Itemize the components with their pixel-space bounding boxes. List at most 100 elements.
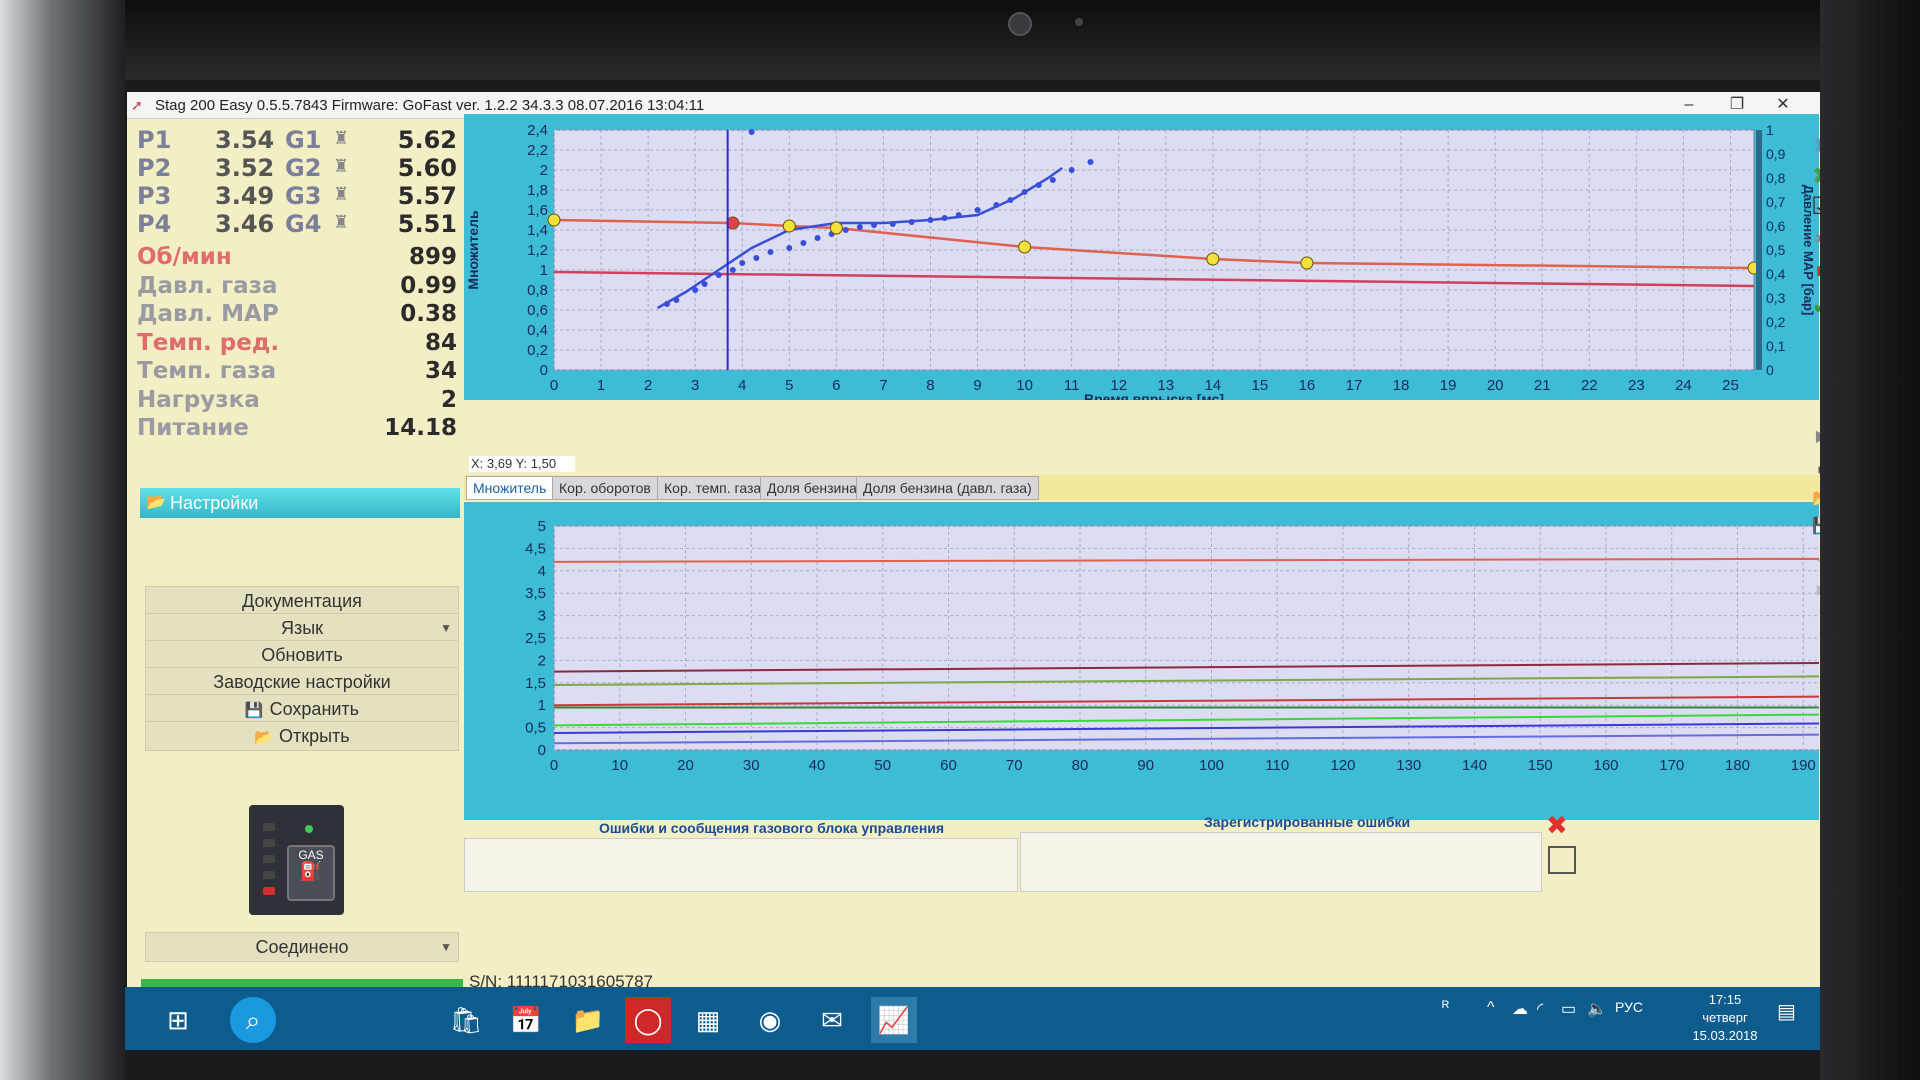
x-tick-label: 7 [879, 377, 887, 394]
chevron-up-icon[interactable]: ^ [1487, 999, 1495, 1017]
windows-start-icon[interactable]: ⊞ [155, 997, 201, 1043]
y-tick-label: 0,8 [527, 282, 548, 299]
y-tick-label: 0 [538, 742, 546, 759]
prev-icon[interactable]: ◀ [1807, 544, 1820, 574]
delete-all-icon[interactable]: ✖ [1807, 162, 1820, 192]
chrome-icon[interactable]: ◉ [747, 997, 793, 1043]
status-bar: Статус: Газ [141, 979, 463, 987]
check-icon[interactable]: ☑ [1807, 192, 1820, 222]
scatter-point [748, 129, 755, 135]
oscilloscope-panel[interactable]: 0 10 20 30 40 50 60 70 80 90 100 110 120 130 140 150 160… [464, 502, 1820, 820]
x-tick-label: 110 [1265, 757, 1289, 774]
readout-panel: P1 3.54 G1 ♜ 5.62 P2 3.52 G2 ♜ 5.60 P3 3.49 G3 ♜ 5.57 P… [137, 126, 457, 444]
close-button[interactable]: ✕ [1763, 94, 1803, 116]
floppy-icon: 💾 [244, 702, 264, 719]
play-icon[interactable]: ▶ [1807, 422, 1820, 452]
scatter-point [1007, 197, 1014, 203]
x-tick-label: 140 [1462, 757, 1487, 774]
tab-petrol-share-gas-pressure[interactable]: Доля бензина (давл. газа) [856, 476, 1039, 500]
stag-app-icon[interactable]: 📈 [871, 997, 917, 1043]
mail-icon[interactable]: ✉ [809, 997, 855, 1043]
injector-row: P2 3.52 G2 ♜ 5.60 [137, 154, 457, 182]
language-indicator[interactable]: РУС [1615, 999, 1643, 1015]
clock-time: 17:15 [1708, 992, 1742, 1007]
y-tick-label: 5 [538, 518, 546, 535]
tab-petrol-share[interactable]: Доля бензина [760, 476, 864, 500]
gas-label: G1 [285, 126, 322, 154]
folder-icon: 📂 [146, 494, 166, 511]
save-button[interactable]: 💾 Сохранить [145, 694, 459, 724]
minimize-button[interactable]: – [1669, 94, 1709, 116]
gas-value: 5.60 [397, 154, 457, 182]
opera-icon[interactable]: ◯ [625, 997, 671, 1043]
search-icon[interactable]: ⌕ [230, 997, 276, 1043]
multiplier-chart[interactable]: 0 1 2 3 4 5 6 7 8 9 10 11 12 13 14 15 16 17 18 19 20 21 22 23 24… [464, 114, 1819, 407]
y2-tick-label: 0 [1766, 362, 1774, 378]
x-tick-label: 120 [1330, 757, 1355, 774]
petrol-value: 3.46 [215, 210, 275, 238]
confirm-icon[interactable]: ✔ [1807, 292, 1820, 322]
gas-switch-widget[interactable]: GAS ⛽ [249, 805, 344, 915]
open-button[interactable]: 📂 Открыть [145, 721, 459, 751]
checkbox-icon[interactable] [1548, 846, 1576, 874]
clock[interactable]: 17:15 четверг 15.03.2018 [1680, 991, 1770, 1045]
param-label: Темп. ред. [137, 329, 280, 356]
scatter-point [692, 287, 699, 293]
scatter-point [753, 255, 760, 261]
stop-icon[interactable]: ■ [1807, 454, 1820, 484]
volume-icon[interactable]: 🔈 [1587, 999, 1607, 1019]
next-icon[interactable]: ▶ [1807, 574, 1820, 604]
gas-button[interactable]: GAS ⛽ [287, 845, 335, 901]
record-icon[interactable]: ■ [1807, 256, 1820, 286]
y-tick-label: 1,8 [527, 182, 548, 199]
petrol-label: P3 [137, 182, 172, 210]
restore-button[interactable]: ❐ [1717, 94, 1757, 116]
tab-multiplier[interactable]: Множитель [466, 476, 554, 500]
settings-header[interactable]: 📂 Настройки [140, 488, 460, 518]
param-value: 14.18 [384, 415, 457, 441]
level-led [263, 839, 275, 847]
y2-tick-label: 0,8 [1766, 170, 1786, 186]
zoom-icon[interactable]: ✱ [1807, 224, 1820, 254]
file-explorer-icon[interactable]: 📁 [565, 997, 611, 1043]
update-button[interactable]: Обновить [145, 640, 459, 670]
open-folder-icon[interactable]: 📂 [1807, 484, 1820, 514]
gas-label: G3 [285, 182, 322, 210]
param-label: Об/мин [137, 244, 232, 270]
connection-dropdown[interactable]: Соединено ▼ [145, 932, 459, 962]
injector-icon: ♜ [333, 128, 350, 149]
param-value: 0.99 [400, 272, 457, 299]
oscilloscope-chart[interactable]: 0 10 20 30 40 50 60 70 80 90 100 110 120 130 140 150 160… [464, 502, 1820, 820]
tab-rpm-correction[interactable]: Кор. оборотов [552, 476, 658, 500]
tab-gas-temp-correction[interactable]: Кор. темп. газа [657, 476, 769, 500]
multiplier-chart-panel[interactable]: 0 1 2 3 4 5 6 7 8 9 10 11 12 13 14 15 16 17 18 19 20 21 22 23 24… [464, 114, 1819, 407]
gas-value: 5.62 [397, 126, 457, 154]
x-tick-label: 25 [1722, 377, 1739, 394]
petrol-label: P2 [137, 154, 172, 182]
ecu-errors-list[interactable] [464, 838, 1018, 892]
x-tick-label: 190 [1791, 757, 1816, 774]
x-tick-label: 130 [1396, 757, 1421, 774]
param-label: Давл. МАР [137, 301, 279, 327]
wifi-icon[interactable]: ◜ [1537, 999, 1543, 1019]
language-dropdown[interactable]: Язык ▼ [145, 613, 459, 643]
registered-errors-list[interactable] [1020, 832, 1542, 892]
save-disk-icon[interactable]: 💾 [1807, 512, 1820, 542]
people-icon[interactable]: ᴿ [1442, 999, 1449, 1017]
scatter-point [927, 217, 934, 223]
notifications-icon[interactable]: ▤ [1777, 999, 1796, 1024]
x-tick-label: 20 [677, 757, 694, 774]
documentation-button[interactable]: Документация [145, 586, 459, 616]
clear-errors-icon[interactable]: ✖ [1546, 810, 1568, 841]
x-tick-label: 4 [738, 377, 746, 394]
store-icon[interactable]: 🛍 [443, 997, 489, 1043]
y-tick-label: 1,2 [527, 242, 548, 259]
scatter-point [786, 245, 793, 251]
y-tick-label: 2,2 [527, 142, 548, 159]
delete-point-icon[interactable]: ✖ [1807, 132, 1820, 162]
calendar-icon[interactable]: 📅 [503, 997, 549, 1043]
factory-settings-button[interactable]: Заводские настройки [145, 667, 459, 697]
calculator-icon[interactable]: ▦ [685, 997, 731, 1043]
battery-icon[interactable]: ▭ [1561, 999, 1576, 1019]
cloud-icon[interactable]: ☁ [1512, 999, 1528, 1019]
